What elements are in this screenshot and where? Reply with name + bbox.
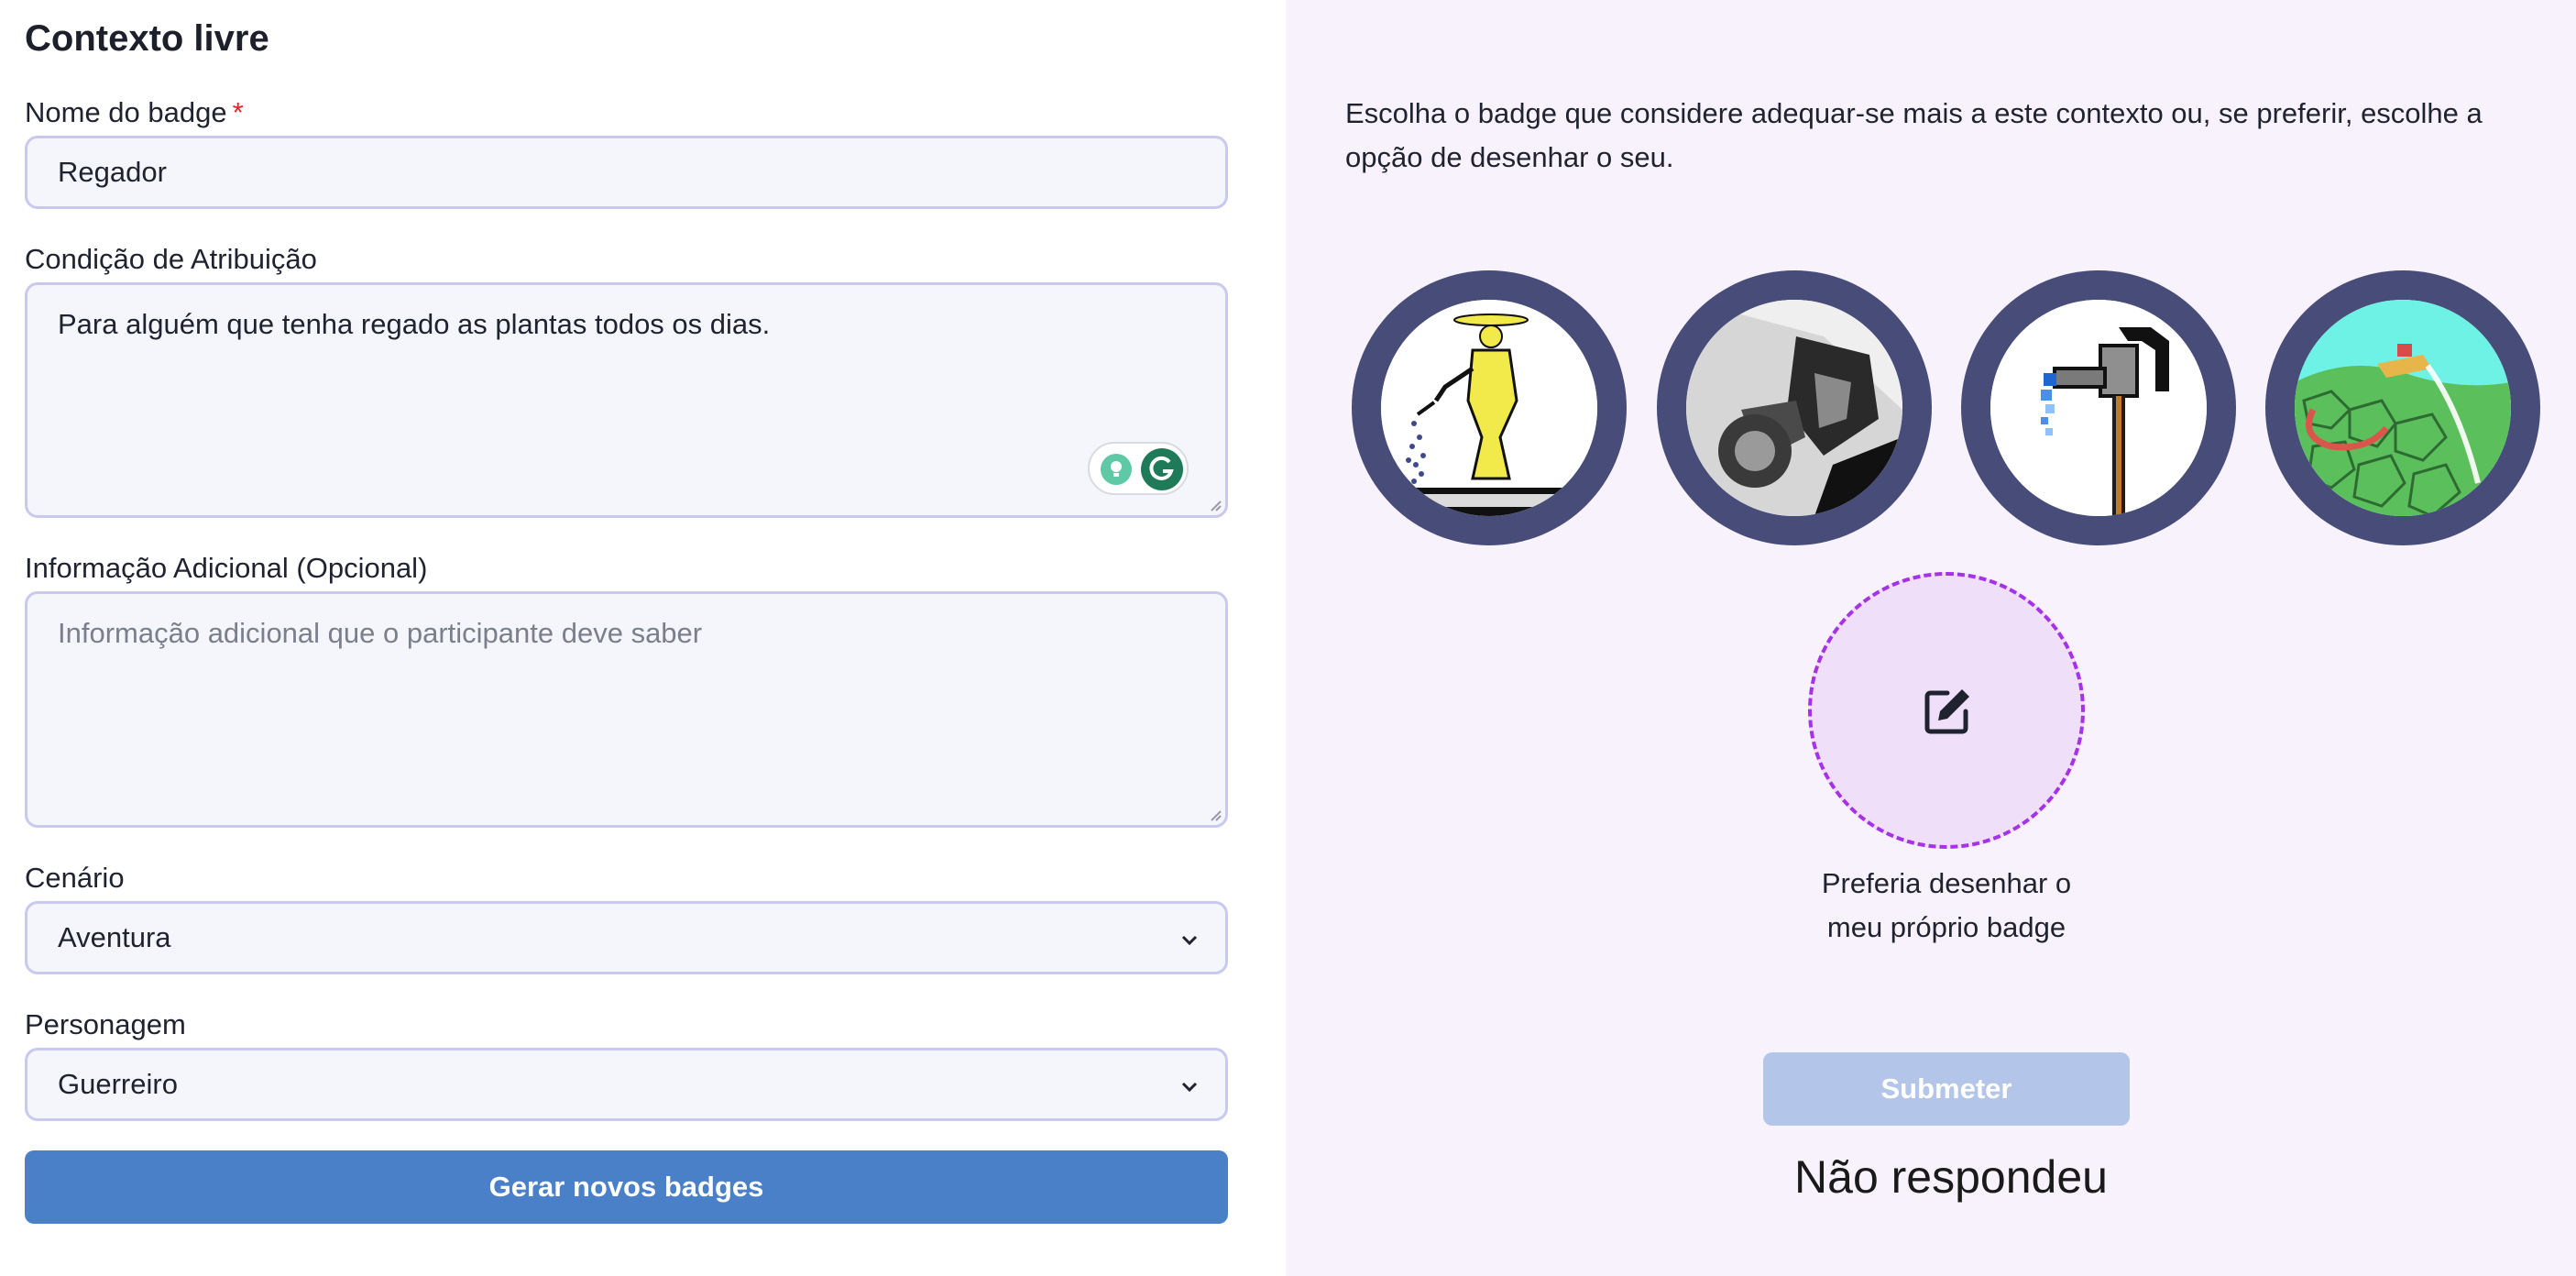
additional-info-placeholder: Informação adicional que o participante …	[58, 617, 703, 649]
resize-handle-icon[interactable]	[1207, 497, 1222, 512]
scenario-label: Cenário	[25, 862, 125, 894]
character-selected: Guerreiro	[58, 1068, 178, 1100]
grammarly-icon[interactable]	[1141, 448, 1183, 490]
additional-info-label: Informação Adicional (Opcional)	[25, 552, 428, 584]
faucet-closeup-icon	[1686, 300, 1902, 516]
draw-own-badge-label: Preferia desenhar o meu próprio badge	[1821, 867, 2072, 943]
pixel-faucet-icon	[1990, 300, 2207, 516]
badge-selection-panel: Escolha o badge que considere adequar-se…	[1286, 0, 2576, 1276]
condition-label: Condição de Atribuição	[25, 243, 317, 275]
required-mark: *	[232, 96, 244, 128]
chevron-down-icon	[1181, 935, 1198, 946]
badge-instructions: Escolha o badge que considere adequar-se…	[1345, 97, 2483, 173]
badge-option-1[interactable]	[1352, 270, 1627, 545]
scenario-select[interactable]: Aventura	[25, 901, 1228, 974]
badge-name-label-text: Nome do badge	[25, 96, 227, 128]
garden-hose-icon	[2295, 300, 2511, 516]
badge-form-panel: Contexto livre Nome do badge * Regador Co…	[0, 0, 1286, 1276]
condition-value: Para alguém que tenha regado as plantas …	[58, 308, 771, 340]
edit-icon	[1924, 689, 1969, 734]
grammarly-suggestion-icon[interactable]	[1101, 454, 1132, 485]
character-label: Personagem	[25, 1008, 186, 1040]
condition-textarea[interactable]: Para alguém que tenha regado as plantas …	[25, 282, 1228, 518]
badge-option-2[interactable]	[1657, 270, 1932, 545]
resize-handle-icon[interactable]	[1207, 807, 1222, 821]
submit-button[interactable]: Submeter	[1763, 1052, 2130, 1126]
generate-badges-button[interactable]: Gerar novos badges	[25, 1150, 1228, 1224]
badge-option-3[interactable]	[1961, 270, 2236, 545]
watering-woman-icon	[1381, 300, 1597, 516]
chevron-down-icon	[1181, 1082, 1198, 1093]
response-status: Não respondeu	[1794, 1151, 2108, 1203]
badge-name-input[interactable]: Regador	[25, 136, 1228, 209]
scenario-selected: Aventura	[58, 921, 171, 953]
character-select[interactable]: Guerreiro	[25, 1048, 1228, 1121]
badge-name-value: Regador	[58, 156, 167, 188]
draw-own-badge-option[interactable]	[1808, 572, 2085, 849]
page-title: Contexto livre	[25, 18, 269, 59]
grammarly-widget[interactable]	[1088, 442, 1189, 495]
additional-info-textarea[interactable]: Informação adicional que o participante …	[25, 591, 1228, 828]
badge-name-label: Nome do badge *	[25, 96, 244, 129]
badge-option-4[interactable]	[2265, 270, 2540, 545]
